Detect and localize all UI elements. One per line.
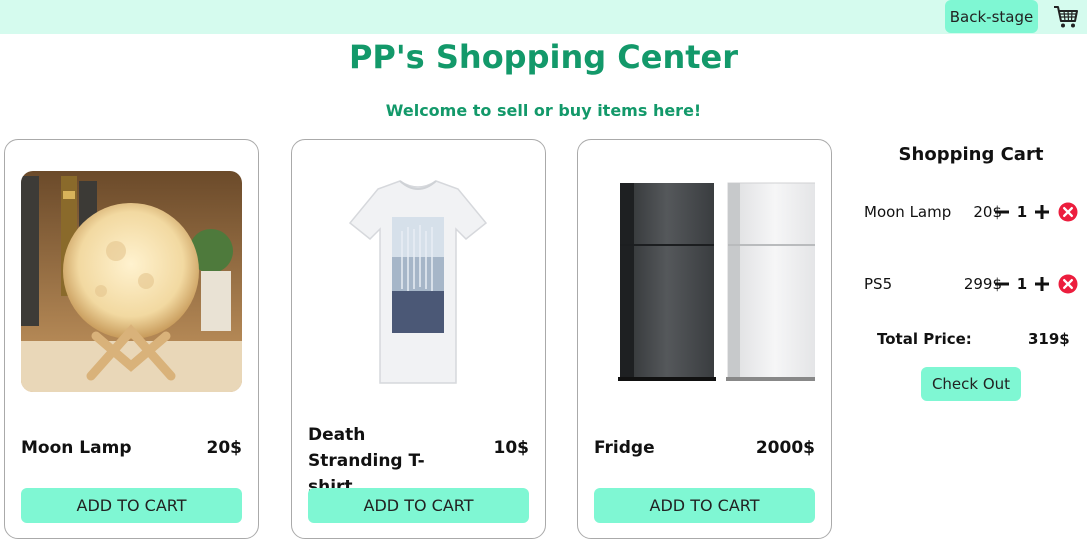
add-to-cart-button[interactable]: ADD TO CART xyxy=(594,488,815,523)
total-price-value: 319$ xyxy=(1028,330,1070,348)
product-card-fridge: Fridge 2000$ ADD TO CART xyxy=(577,139,832,539)
product-card-tshirt: Death Stranding T-shirt 10$ ADD TO CART xyxy=(291,139,546,539)
shopping-cart-panel: Shopping Cart Moon Lamp 20$ 1 PS5 299$ 1… xyxy=(850,140,1087,420)
page-subtitle: Welcome to sell or buy items here! xyxy=(385,101,702,120)
remove-icon[interactable] xyxy=(1058,202,1078,222)
cart-item: Moon Lamp 20$ 1 xyxy=(864,198,1084,226)
product-price: 10$ xyxy=(493,438,530,458)
total-price-label: Total Price: xyxy=(877,330,972,348)
backstage-button[interactable]: Back-stage xyxy=(945,0,1038,33)
cart-item-quantity: 1 xyxy=(1016,203,1028,221)
plus-icon[interactable] xyxy=(1034,276,1050,292)
tshirt-image xyxy=(308,171,529,392)
add-to-cart-button[interactable]: ADD TO CART xyxy=(21,488,242,523)
fridge-image xyxy=(594,171,815,392)
shopping-cart-icon[interactable] xyxy=(1053,4,1079,30)
minus-icon[interactable] xyxy=(994,276,1010,292)
product-name: Fridge xyxy=(594,438,655,458)
cart-item-quantity: 1 xyxy=(1016,275,1028,293)
plus-icon[interactable] xyxy=(1034,204,1050,220)
cart-item-name: PS5 xyxy=(864,275,893,293)
product-price: 2000$ xyxy=(755,438,815,458)
cart-item: PS5 299$ 1 xyxy=(864,270,1084,298)
product-card-moon-lamp: Moon Lamp 20$ ADD TO CART xyxy=(4,139,259,539)
page-title: PP's Shopping Center xyxy=(348,38,739,76)
top-bar xyxy=(0,0,1087,34)
product-price: 20$ xyxy=(206,438,243,458)
product-name: Moon Lamp xyxy=(21,438,132,458)
add-to-cart-button[interactable]: ADD TO CART xyxy=(308,488,529,523)
minus-icon[interactable] xyxy=(994,204,1010,220)
cart-item-name: Moon Lamp xyxy=(864,203,952,221)
cart-title: Shopping Cart xyxy=(898,144,1044,165)
remove-icon[interactable] xyxy=(1058,274,1078,294)
checkout-button[interactable]: Check Out xyxy=(921,367,1021,401)
moon-lamp-image xyxy=(21,171,242,392)
